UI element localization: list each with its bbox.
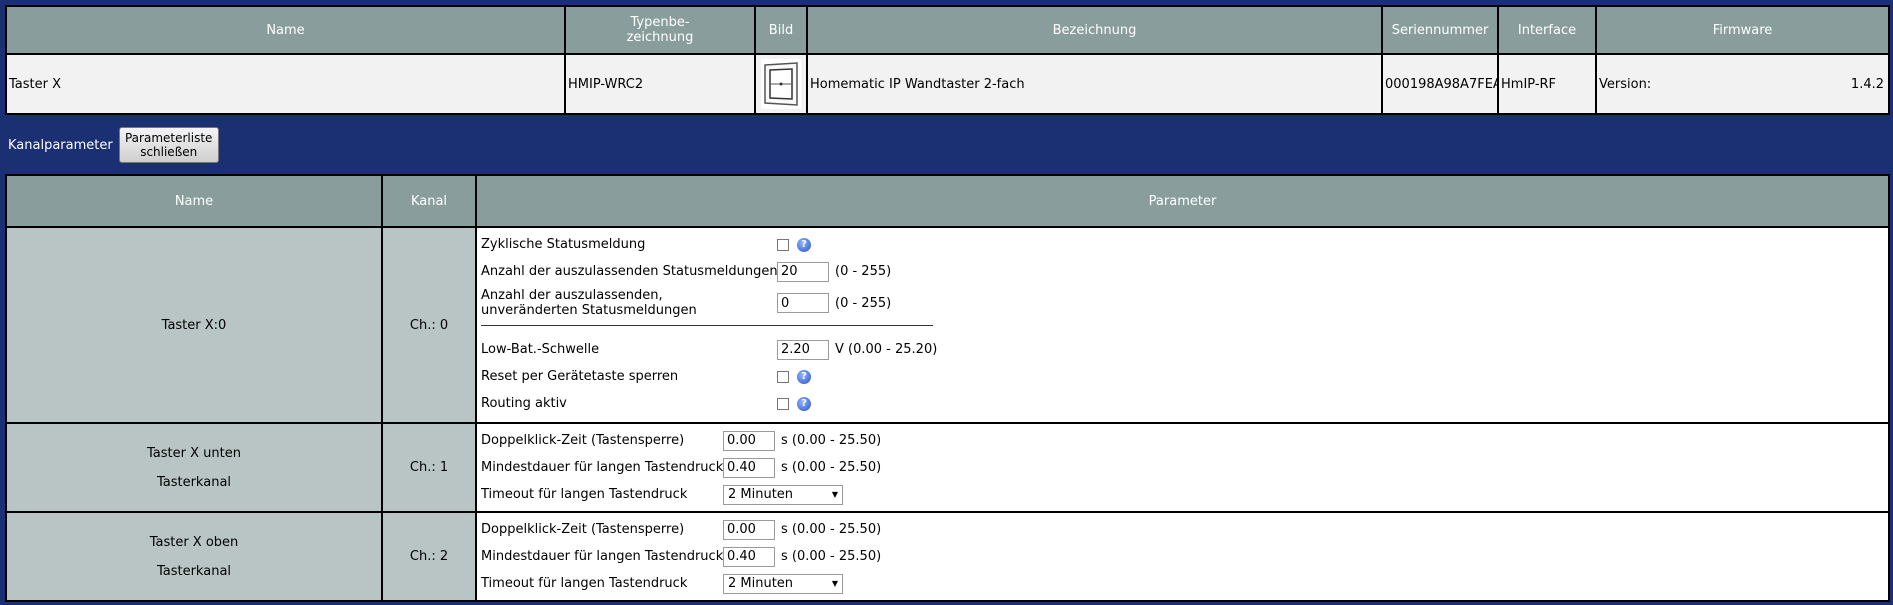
longpress-timeout-select[interactable]: 2 Minuten ▼ bbox=[723, 573, 843, 594]
parameter-table: Name Kanal Parameter Taster X:0 Ch.: 0 Z… bbox=[5, 174, 1890, 602]
doubleclick-time-input[interactable] bbox=[723, 430, 775, 451]
param-range: s (0.00 - 25.50) bbox=[781, 460, 882, 475]
device-type: HMIP-WRC2 bbox=[564, 53, 756, 115]
channel-params: Zyklische Statusmeldung ? Anzahl der aus… bbox=[475, 226, 1890, 424]
param-label: Timeout für langen Tastendruck bbox=[481, 576, 688, 591]
header-image: Bild bbox=[754, 4, 808, 56]
header-name: Name bbox=[5, 4, 566, 56]
param-row-doubleclick: Doppelklick-Zeit (Tastensperre) s (0.00 … bbox=[481, 516, 1884, 543]
device-serial: 000198A98A7FEA bbox=[1381, 53, 1499, 115]
channel-name: Taster X oben bbox=[149, 534, 239, 550]
longpress-timeout-select[interactable]: 2 Minuten ▼ bbox=[723, 484, 843, 505]
longpress-min-input[interactable] bbox=[723, 457, 775, 478]
param-range: s (0.00 - 25.50) bbox=[781, 433, 882, 448]
close-parameter-list-button[interactable]: Parameterliste schließen bbox=[118, 127, 219, 163]
param-label: Doppelklick-Zeit (Tastensperre) bbox=[481, 433, 685, 448]
header-interface: Interface bbox=[1497, 4, 1597, 56]
param-row-skip: Anzahl der auszulassenden Statusmeldunge… bbox=[481, 258, 1884, 285]
header-firmware: Firmware bbox=[1595, 4, 1890, 56]
device-header-row: Name Typenbe- zeichnung Bild Bezeichnung… bbox=[5, 4, 1890, 56]
param-row-longpress: Mindestdauer für langen Tastendruck s (0… bbox=[481, 454, 1884, 481]
cyclic-status-checkbox[interactable] bbox=[777, 238, 789, 251]
channel-name: Taster X:0 bbox=[5, 226, 383, 424]
channel-number: Ch.: 0 bbox=[381, 226, 477, 424]
firmware-version: 1.4.2 bbox=[1850, 76, 1884, 92]
param-row-routing: Routing aktiv ? bbox=[481, 390, 1884, 417]
separator bbox=[481, 325, 933, 326]
wall-switch-icon bbox=[761, 59, 801, 110]
device-interface: HmIP-RF bbox=[1497, 53, 1597, 115]
header-type: Typenbe- zeichnung bbox=[564, 4, 756, 56]
param-label: Mindestdauer für langen Tastendruck bbox=[481, 549, 724, 564]
param-row-cyclic: Zyklische Statusmeldung ? bbox=[481, 231, 1884, 258]
channel-row-1: Taster X unten Tasterkanal Ch.: 1 Doppel… bbox=[5, 422, 1890, 513]
select-value: 2 Minuten bbox=[728, 487, 794, 502]
param-row-timeout: Timeout für langen Tastendruck 2 Minuten… bbox=[481, 481, 1884, 508]
param-range: (0 - 255) bbox=[835, 295, 892, 311]
device-firmware: Version: 1.4.2 bbox=[1595, 53, 1890, 115]
channel-number: Ch.: 1 bbox=[381, 422, 477, 513]
param-label: Timeout für langen Tastendruck bbox=[481, 487, 688, 502]
device-table: Name Typenbe- zeichnung Bild Bezeichnung… bbox=[5, 4, 1890, 115]
help-icon[interactable]: ? bbox=[797, 369, 811, 384]
firmware-label: Version: bbox=[1599, 76, 1652, 92]
param-header-name: Name bbox=[5, 174, 383, 228]
channel-parameter-label: Kanalparameter bbox=[8, 137, 113, 153]
channel-params: Doppelklick-Zeit (Tastensperre) s (0.00 … bbox=[475, 511, 1890, 602]
chevron-down-icon: ▼ bbox=[831, 579, 838, 588]
channel-type: Tasterkanal bbox=[156, 563, 232, 579]
device-image-cell bbox=[754, 53, 808, 115]
parameter-header-row: Name Kanal Parameter bbox=[5, 174, 1890, 228]
param-label: Doppelklick-Zeit (Tastensperre) bbox=[481, 522, 685, 537]
header-description: Bezeichnung bbox=[806, 4, 1383, 56]
select-value: 2 Minuten bbox=[728, 576, 794, 591]
longpress-min-input[interactable] bbox=[723, 546, 775, 567]
param-row-reset: Reset per Gerätetaste sperren ? bbox=[481, 363, 1884, 390]
channel-params: Doppelklick-Zeit (Tastensperre) s (0.00 … bbox=[475, 422, 1890, 513]
param-label: Anzahl der auszulassenden, unveränderten… bbox=[481, 288, 777, 318]
channel-name: Taster X unten bbox=[147, 445, 241, 461]
param-header-kanal: Kanal bbox=[381, 174, 477, 228]
param-label: Routing aktiv bbox=[481, 396, 567, 411]
skip-unchanged-input[interactable] bbox=[777, 293, 829, 313]
param-row-lowbat: Low-Bat.-Schwelle V (0.00 - 25.20) bbox=[481, 336, 1884, 363]
param-row-doubleclick: Doppelklick-Zeit (Tastensperre) s (0.00 … bbox=[481, 427, 1884, 454]
help-icon[interactable]: ? bbox=[797, 237, 811, 252]
param-label: Anzahl der auszulassenden Statusmeldunge… bbox=[481, 264, 778, 279]
device-description: Homematic IP Wandtaster 2-fach bbox=[806, 53, 1383, 115]
param-range: V (0.00 - 25.20) bbox=[835, 342, 938, 357]
channel-row-0: Taster X:0 Ch.: 0 Zyklische Statusmeldun… bbox=[5, 226, 1890, 424]
channel-name-cell: Taster X unten Tasterkanal bbox=[5, 422, 383, 513]
param-label: Mindestdauer für langen Tastendruck bbox=[481, 460, 724, 475]
channel-row-2: Taster X oben Tasterkanal Ch.: 2 Doppelk… bbox=[5, 511, 1890, 602]
param-header-parameter: Parameter bbox=[475, 174, 1890, 228]
param-row-skip-unchanged: Anzahl der auszulassenden, unveränderten… bbox=[481, 285, 1884, 321]
device-row[interactable]: Taster X HMIP-WRC2 Homematic IP Wandtast… bbox=[5, 53, 1890, 115]
channel-number: Ch.: 2 bbox=[381, 511, 477, 602]
param-row-longpress: Mindestdauer für langen Tastendruck s (0… bbox=[481, 543, 1884, 570]
param-range: s (0.00 - 25.50) bbox=[781, 549, 882, 564]
doubleclick-time-input[interactable] bbox=[723, 519, 775, 540]
reset-lock-checkbox[interactable] bbox=[777, 370, 789, 383]
help-icon[interactable]: ? bbox=[797, 396, 811, 411]
param-range: (0 - 255) bbox=[835, 264, 892, 279]
param-label: Reset per Gerätetaste sperren bbox=[481, 369, 679, 384]
param-label-line1: Anzahl der auszulassenden, bbox=[481, 288, 663, 303]
chevron-down-icon: ▼ bbox=[831, 490, 838, 499]
param-range: s (0.00 - 25.50) bbox=[781, 522, 882, 537]
skip-status-input[interactable] bbox=[777, 261, 829, 282]
channel-type: Tasterkanal bbox=[156, 474, 232, 490]
device-name: Taster X bbox=[5, 53, 566, 115]
lowbat-input[interactable] bbox=[777, 339, 829, 360]
param-row-timeout: Timeout für langen Tastendruck 2 Minuten… bbox=[481, 570, 1884, 597]
channel-parameter-bar: Kanalparameter Parameterliste schließen bbox=[8, 127, 219, 163]
param-label-line2: unveränderten Statusmeldungen bbox=[481, 303, 697, 318]
header-serial: Seriennummer bbox=[1381, 4, 1499, 56]
routing-checkbox[interactable] bbox=[777, 397, 789, 410]
channel-name-cell: Taster X oben Tasterkanal bbox=[5, 511, 383, 602]
param-label: Low-Bat.-Schwelle bbox=[481, 342, 600, 357]
param-label: Zyklische Statusmeldung bbox=[481, 237, 646, 252]
